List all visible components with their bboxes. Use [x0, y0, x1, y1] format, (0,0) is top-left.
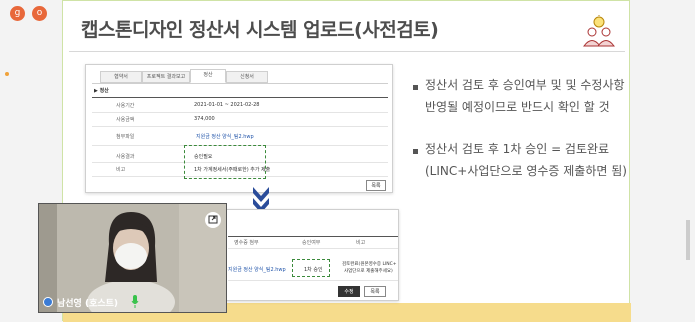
- row-value-period: 2021-01-01 ~ 2021-02-28: [194, 102, 260, 108]
- tab-project-report[interactable]: 프로젝트 결과보고: [142, 71, 190, 83]
- slide-title: 캡스톤디자인 정산서 시스템 업로드(사전검토): [81, 19, 439, 41]
- tab-settlement[interactable]: 정산: [190, 69, 226, 83]
- participant-name: 남선영 (호스트): [57, 299, 119, 309]
- highlight-dashed-box: [292, 259, 330, 277]
- col-header-remarks: 비고: [356, 240, 366, 246]
- settlement-form-screenshot: 협약서 프로젝트 결과보고 정산 신청서 ▶ 정산 사용기간 2021-01-0…: [85, 64, 393, 193]
- bullet-2-line-2: (LINC+사업단으로 영수증 제출하면 됨): [425, 164, 627, 178]
- bullet-2-line-1: 정산서 검토 후 1차 승인 = 검토완료: [425, 142, 610, 156]
- host-globe-icon: [43, 297, 53, 307]
- app-icon-o[interactable]: o: [32, 6, 47, 21]
- app-icon-g[interactable]: g: [10, 6, 25, 21]
- bullet-marker: [413, 85, 418, 90]
- participant-video-tile[interactable]: 남선영 (호스트): [38, 203, 227, 313]
- bullet-1-line-1: 정산서 검토 후 승인여부 및 및 수정사항: [425, 78, 625, 92]
- row-value-attachment[interactable]: 지원금 정산 양식_팀2.hwp: [196, 133, 254, 140]
- bullet-marker: [413, 149, 418, 154]
- approval-note-line-2: 사업단으로 제출해주세요): [344, 269, 393, 274]
- list-button[interactable]: 목록: [364, 286, 386, 297]
- list-button[interactable]: 목록: [366, 180, 386, 191]
- edit-button[interactable]: 수정: [338, 286, 360, 297]
- approval-table-screenshot: 영수증 첨부 승인여부 비고 지원금 정산 양식_팀2.hwp 1차 승인 검토…: [225, 209, 399, 301]
- row-label-attachment: 첨부파일: [116, 134, 135, 140]
- highlight-dashed-box: [184, 145, 266, 179]
- col-header-receipt: 영수증 첨부: [234, 240, 259, 246]
- row-label-period: 사용기간: [116, 103, 135, 109]
- title-divider: [69, 51, 625, 52]
- row-label-amount: 사용금액: [116, 117, 135, 123]
- teamwork-idea-icon: [583, 15, 615, 47]
- bullet-1-line-2: 반영될 예정이므로 반드시 확인 할 것: [425, 100, 610, 114]
- scrollbar[interactable]: [686, 220, 690, 260]
- indicator-dot: [5, 72, 9, 76]
- col-header-approval: 승인여부: [302, 240, 321, 246]
- section-heading: ▶ 정산: [94, 88, 109, 94]
- receipt-file-link[interactable]: 지원금 정산 양식_팀2.hwp: [228, 266, 286, 273]
- row-value-amount: 374,000: [194, 116, 215, 122]
- tab-agreement[interactable]: 협약서: [100, 71, 142, 83]
- share-screen-icon[interactable]: [205, 212, 221, 228]
- microphone-icon[interactable]: [131, 295, 139, 308]
- approval-note-line-1: 검토완료(원본영수증 LINC+: [342, 262, 397, 267]
- row-label-remarks: 비고: [116, 167, 126, 173]
- row-label-result: 사용결과: [116, 154, 135, 160]
- tab-application[interactable]: 신청서: [226, 71, 268, 83]
